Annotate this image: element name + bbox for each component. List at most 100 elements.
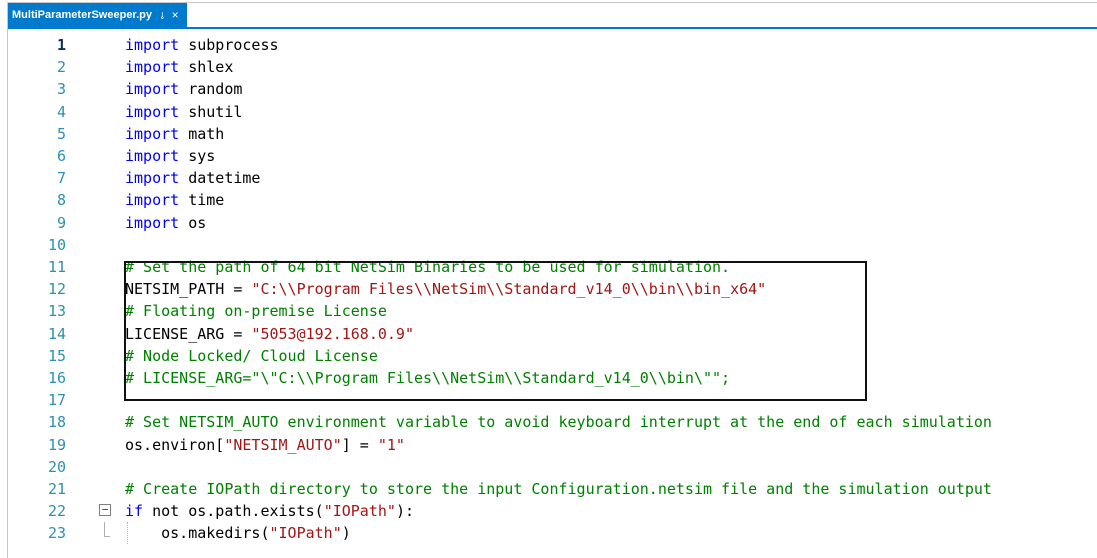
- code-token: os.environ[: [125, 435, 225, 454]
- code-line[interactable]: 13 # Floating on-premise License: [8, 300, 1097, 322]
- code-line[interactable]: 1 import subprocess: [8, 34, 1097, 56]
- code-line[interactable]: 22 − if not os.path.exists("IOPath"):: [8, 500, 1097, 522]
- line-number: 19: [47, 435, 66, 454]
- code-line[interactable]: 4 import shutil: [8, 101, 1097, 123]
- code-text: import random: [125, 78, 242, 100]
- code-token: if: [125, 502, 144, 521]
- code-token: import: [125, 102, 180, 121]
- code-token: sys: [179, 147, 216, 165]
- editor-window: MultiParameterSweeper.py ⊸ × 1 import sub…: [7, 2, 1097, 558]
- tab-title: MultiParameterSweeper.py: [12, 9, 153, 21]
- code-text: import shutil: [125, 101, 242, 123]
- close-icon[interactable]: ×: [172, 8, 179, 22]
- code-token: "5053@192.168.0.9": [251, 324, 414, 343]
- code-token: # Floating on-premise License: [125, 302, 387, 321]
- code-text: # LICENSE_ARG="\"C:\\Program Files\\NetS…: [125, 367, 730, 389]
- code-text: LICENSE_ARG = "5053@192.168.0.9": [125, 323, 414, 345]
- code-token: shlex: [179, 58, 234, 77]
- line-number: 20: [47, 457, 66, 476]
- code-token: time: [179, 191, 225, 210]
- code-token: LICENSE_ARG =: [125, 324, 252, 343]
- line-number: 4: [56, 102, 66, 121]
- code-editor[interactable]: 1 import subprocess 2 import shlex 3 import r…: [8, 29, 1097, 558]
- code-token: not os.path.exists(: [143, 502, 324, 521]
- line-number: 14: [47, 324, 66, 343]
- code-token: subprocess: [179, 36, 279, 54]
- code-line[interactable]: 9 import os: [8, 212, 1097, 234]
- code-line[interactable]: 11 # Set the path of 64 bit NetSim Binari…: [8, 256, 1097, 278]
- code-token: # LICENSE_ARG="\"C:\\Program Files\\NetS…: [125, 369, 731, 387]
- code-token: import: [125, 58, 180, 77]
- code-token: import: [125, 191, 180, 210]
- line-number: 5: [56, 124, 66, 143]
- code-text: # Node Locked/ Cloud License: [125, 345, 378, 367]
- code-token: import: [125, 213, 180, 232]
- code-token: "1": [377, 435, 405, 454]
- code-line[interactable]: 15 # Node Locked/ Cloud License: [8, 345, 1097, 367]
- code-line[interactable]: 2 import shlex: [8, 56, 1097, 78]
- code-line[interactable]: 5 import math: [8, 123, 1097, 145]
- line-number: 21: [47, 480, 66, 498]
- code-token: import: [125, 36, 180, 54]
- code-text: os.environ["NETSIM_AUTO"] = "1": [125, 434, 405, 456]
- code-line[interactable]: 12 NETSIM_PATH = "C:\\Program Files\\NetS…: [8, 278, 1097, 300]
- code-token: os: [179, 213, 207, 232]
- code-line[interactable]: 10: [8, 234, 1097, 256]
- pin-icon[interactable]: ⊸: [156, 11, 167, 19]
- code-text: import sys: [125, 145, 215, 167]
- code-text: NETSIM_PATH = "C:\\Program Files\\NetSim…: [125, 278, 766, 300]
- code-token: ] =: [341, 435, 378, 454]
- line-number: 13: [47, 302, 66, 321]
- code-token: "NETSIM_AUTO": [224, 435, 342, 454]
- code-text: os.makedirs("IOPath"): [125, 522, 351, 544]
- line-number: 1: [56, 36, 66, 54]
- code-token: os.makedirs(: [125, 524, 270, 543]
- code-token: math: [179, 124, 225, 143]
- code-line[interactable]: 3 import random: [8, 78, 1097, 100]
- code-text: # Set the path of 64 bit NetSim Binaries…: [125, 256, 730, 278]
- code-line[interactable]: 23 os.makedirs("IOPath"): [8, 522, 1097, 545]
- code-token: shutil: [179, 102, 243, 121]
- code-line[interactable]: 7 import datetime: [8, 167, 1097, 189]
- code-token: # Create IOPath directory to store the i…: [125, 480, 992, 498]
- code-token: datetime: [179, 169, 261, 188]
- code-token: ): [341, 524, 351, 543]
- code-line[interactable]: 8 import time: [8, 189, 1097, 211]
- fold-guide-end: [104, 536, 110, 538]
- code-token: import: [125, 147, 180, 165]
- code-token: "IOPath": [269, 524, 342, 543]
- code-token: ):: [395, 502, 414, 521]
- code-line[interactable]: 6 import sys: [8, 145, 1097, 167]
- code-text: import datetime: [125, 167, 260, 189]
- line-number: 7: [56, 169, 66, 188]
- code-line[interactable]: 18 # Set NETSIM_AUTO environment variable…: [8, 411, 1097, 433]
- line-number: 22: [47, 502, 66, 521]
- line-number: 15: [47, 346, 66, 365]
- code-line[interactable]: 19 os.environ["NETSIM_AUTO"] = "1": [8, 434, 1097, 456]
- line-number: 9: [56, 213, 66, 232]
- code-text: import time: [125, 189, 224, 211]
- code-token: "IOPath": [323, 502, 396, 521]
- code-token: # Node Locked/ Cloud License: [125, 346, 378, 365]
- code-text: # Create IOPath directory to store the i…: [125, 478, 992, 500]
- line-number: 18: [47, 413, 66, 432]
- line-number: 2: [56, 58, 66, 77]
- line-number: 8: [56, 191, 66, 210]
- code-line[interactable]: 17: [8, 389, 1097, 411]
- collapse-toggle-icon[interactable]: −: [99, 504, 111, 517]
- document-tab-strip: MultiParameterSweeper.py ⊸ ×: [8, 3, 1097, 29]
- code-line[interactable]: 20: [8, 456, 1097, 478]
- line-number: 3: [56, 80, 66, 99]
- code-text: import shlex: [125, 56, 233, 78]
- code-text: # Floating on-premise License: [125, 300, 387, 322]
- code-token: random: [179, 80, 243, 99]
- line-number: 11: [47, 258, 66, 276]
- code-token: import: [125, 80, 180, 99]
- code-line[interactable]: 16 # LICENSE_ARG="\"C:\\Program Files\\Ne…: [8, 367, 1097, 389]
- line-number: 16: [47, 369, 66, 387]
- tab-multiparametersweeper[interactable]: MultiParameterSweeper.py ⊸ ×: [8, 3, 187, 27]
- code-line[interactable]: 14 LICENSE_ARG = "5053@192.168.0.9": [8, 323, 1097, 345]
- code-token: # Set NETSIM_AUTO environment variable t…: [125, 413, 992, 432]
- code-line[interactable]: 21 # Create IOPath directory to store the…: [8, 478, 1097, 500]
- code-text: if not os.path.exists("IOPath"):: [125, 500, 414, 522]
